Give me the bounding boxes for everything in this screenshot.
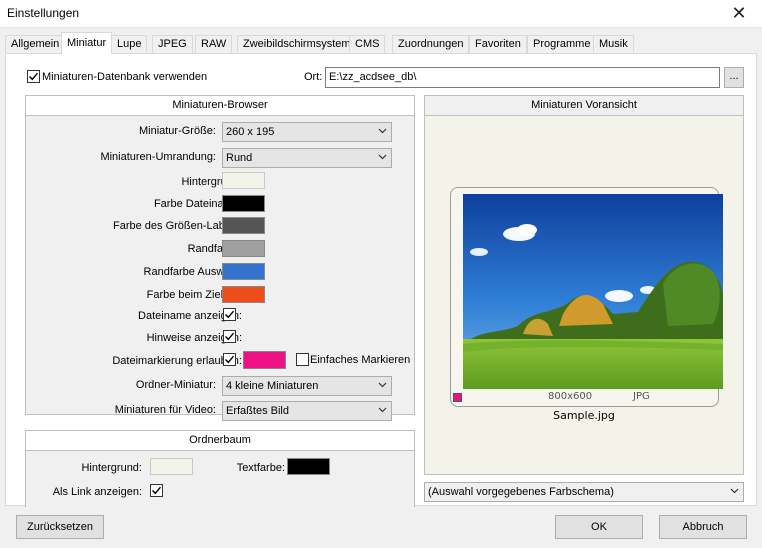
frame-sel-color-swatch[interactable] (222, 263, 265, 280)
checkmark-icon (225, 355, 235, 364)
window-title: Einstellungen (7, 6, 80, 20)
tab-zweibildschirmsystem[interactable]: Zweibildschirmsystem (237, 35, 357, 54)
tab-raw[interactable]: RAW (195, 35, 233, 54)
as-link-label: Als Link anzeigen: (52, 486, 142, 498)
frame-color-swatch[interactable] (222, 240, 265, 257)
folder-tree-group: Ordnerbaum Hintergrund: Textfarbe: Als L… (25, 430, 415, 507)
folder-thumb-value: 4 kleine Miniaturen (226, 380, 319, 392)
tree-text-color-swatch[interactable] (287, 458, 330, 475)
tab-cms[interactable]: CMS (349, 35, 386, 54)
sample-landscape-image (463, 194, 723, 389)
tree-text-color-label: Textfarbe: (236, 462, 285, 474)
folder-tree-header: Ordnerbaum (26, 431, 414, 451)
show-hints-checkbox[interactable] (223, 330, 236, 343)
ok-button[interactable]: OK (555, 515, 643, 539)
thumb-size-value: 260 x 195 (226, 126, 275, 138)
checkmark-icon (225, 310, 235, 319)
chevron-down-icon (378, 382, 387, 388)
tab-lupe[interactable]: Lupe (111, 35, 148, 54)
video-thumb-select[interactable]: Erfaßtes Bild (222, 401, 392, 421)
allow-mark-checkbox[interactable] (223, 353, 236, 366)
thumbnail-browser-group: Miniaturen-Browser Miniatur-Größe: 260 x… (25, 95, 415, 421)
tab-zuordnungen[interactable]: Zuordnungen (392, 35, 470, 54)
reset-button[interactable]: Zurücksetzen (16, 515, 104, 539)
tree-bg-swatch[interactable] (150, 458, 193, 475)
tab-programme[interactable]: Programme (527, 35, 597, 54)
thumb-border-value: Rund (226, 152, 253, 164)
thumbnail-preview-area: Miniaturen Voransicht 800x600 JPG Sample… (424, 95, 744, 475)
browse-button[interactable]: ... (724, 67, 744, 88)
thumb-border-select[interactable]: Rund (222, 148, 392, 168)
tab-allgemein[interactable]: Allgemein (5, 35, 66, 54)
cancel-button[interactable]: Abbruch (659, 515, 747, 539)
ort-label: Ort: (304, 71, 323, 83)
chevron-down-icon (378, 128, 387, 134)
bg-color-swatch[interactable] (222, 172, 265, 189)
color-scheme-value: (Auswahl vorgegebenes Farbschema) (428, 486, 614, 498)
mark-color-swatch[interactable] (243, 351, 286, 369)
tab-page-miniatur: Miniaturen-Datenbank verwenden Ort: E:\z… (5, 53, 757, 507)
db-enable-checkbox[interactable] (27, 70, 40, 83)
folder-thumb-label: Ordner-Miniatur: (135, 379, 216, 391)
thumbnail-browser-header: Miniaturen-Browser (26, 96, 414, 116)
chevron-down-icon (378, 407, 387, 413)
simple-mark-checkbox[interactable] (296, 353, 309, 366)
tree-bg-label: Hintergrund: (81, 462, 142, 474)
thumb-size-label: Miniatur-Größe: (138, 125, 216, 137)
tab-jpeg[interactable]: JPEG (152, 35, 193, 54)
ort-input[interactable]: E:\zz_acdsee_db\ (325, 67, 720, 88)
chevron-down-icon (378, 154, 387, 160)
tab-miniatur[interactable]: Miniatur (61, 32, 113, 54)
thumb-size-select[interactable]: 260 x 195 (222, 122, 392, 142)
checkmark-icon (152, 486, 162, 495)
tab-favoriten[interactable]: Favoriten (469, 35, 527, 54)
filename-color-swatch[interactable] (222, 195, 265, 212)
chevron-down-icon (730, 488, 739, 494)
db-enable-label: Miniaturen-Datenbank verwenden (42, 71, 208, 83)
preview-format: JPG (633, 391, 650, 402)
color-scheme-select[interactable]: (Auswahl vorgegebenes Farbschema) (424, 482, 744, 502)
close-icon[interactable]: ✕ (716, 0, 762, 28)
as-link-checkbox[interactable] (150, 484, 163, 497)
video-thumb-value: Erfaßtes Bild (226, 405, 289, 417)
checkmark-icon (225, 332, 235, 341)
mark-indicator (453, 393, 462, 402)
checkmark-icon (29, 72, 39, 81)
tab-musik[interactable]: Musik (593, 35, 634, 54)
folder-thumb-select[interactable]: 4 kleine Miniaturen (222, 376, 392, 396)
preview-filename: Sample.jpg (553, 409, 615, 422)
show-filename-checkbox[interactable] (223, 308, 236, 321)
sample-thumbnail-card[interactable]: 800x600 JPG (450, 187, 723, 407)
thumb-border-label: Miniaturen-Umrandung: (100, 151, 216, 163)
sizelabel-color-swatch[interactable] (222, 217, 265, 234)
simple-mark-label: Einfaches Markieren (310, 354, 411, 366)
title-bar: Einstellungen ✕ (0, 0, 762, 28)
drag-color-swatch[interactable] (222, 286, 265, 303)
preview-header: Miniaturen Voransicht (425, 96, 743, 116)
preview-dimensions: 800x600 (548, 391, 593, 402)
video-thumb-label: Miniaturen für Video: (114, 404, 216, 416)
